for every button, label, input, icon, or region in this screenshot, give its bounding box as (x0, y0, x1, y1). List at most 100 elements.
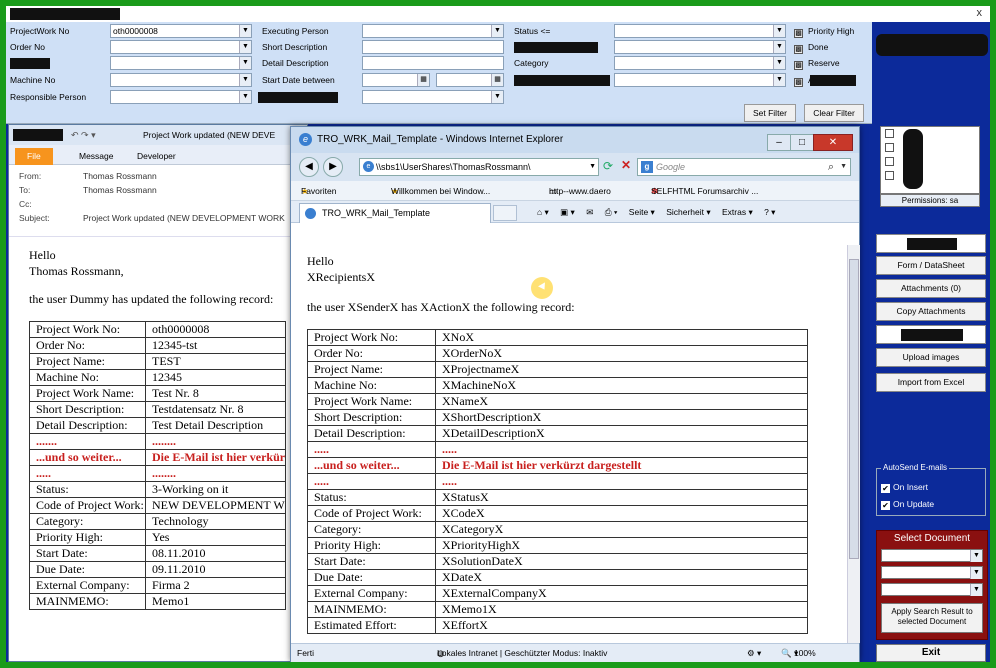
row-value: XPriorityHighX (435, 537, 808, 554)
search-input[interactable]: g Google ⌕ ▼ (637, 158, 851, 176)
on-insert-checkbox[interactable]: ✔ On Insert (881, 481, 981, 494)
chevron-down-icon[interactable]: ▼ (970, 550, 982, 562)
checkbox-icon[interactable]: ▩ (794, 29, 803, 38)
message-headers: From: Thomas Rossmann To: Thomas Rossmann … (9, 165, 307, 237)
chevron-down-icon[interactable]: ▼ (491, 91, 503, 103)
help-icon[interactable]: ? ▾ (764, 207, 775, 217)
redacted-button[interactable] (876, 234, 986, 253)
menu-seite[interactable]: Seite ▾ (629, 207, 655, 217)
row-value: NEW DEVELOPMENT WORK (145, 497, 286, 514)
stop-icon[interactable]: ✕ (621, 158, 631, 172)
start-date-from-input[interactable]: ▦ (362, 73, 430, 87)
checkbox-icon[interactable]: ▩ (794, 61, 803, 70)
mail-icon[interactable]: ✉ (586, 207, 593, 217)
order-no-select[interactable]: ▼ (110, 40, 252, 54)
filter-select-2[interactable]: ▼ (614, 40, 786, 54)
machine-no-select[interactable]: ▼ (110, 73, 252, 87)
apply-search-button[interactable]: Apply Search Result to selected Document (881, 603, 983, 633)
project-name-select[interactable]: ▼ (110, 56, 252, 70)
ie-tab-bar: TRO_WRK_Mail_Template ⌂ ▾ ▣ ▾ ✉ ⎙ ▾ Seit… (291, 201, 859, 223)
form-datasheet-button[interactable]: Form / DataSheet (876, 256, 986, 275)
outlook-message-window: ↶ ↷ ▾ Project Work updated (NEW DEVE Fil… (8, 124, 308, 662)
checkbox-icon[interactable] (885, 171, 894, 180)
document-select-3[interactable]: ▼ (881, 583, 983, 596)
back-icon[interactable]: ◀ (299, 157, 319, 177)
project-work-no-select[interactable]: oth0000008 ▼ (110, 24, 252, 38)
new-tab-button[interactable] (493, 205, 517, 221)
on-update-checkbox[interactable]: ✔ On Update (881, 498, 981, 511)
forward-icon[interactable]: ▶ (323, 157, 343, 177)
row-value: XSolutionDateX (435, 553, 808, 570)
redacted-button[interactable] (876, 325, 986, 344)
close-icon[interactable]: ✕ (813, 134, 853, 151)
due-date-select[interactable]: ▼ (362, 90, 504, 104)
responsible-person-select[interactable]: ▼ (110, 90, 252, 104)
zoom-level[interactable]: 🔍 100% ▾ (781, 644, 816, 662)
calendar-icon[interactable]: ▦ (417, 74, 429, 86)
print-icon[interactable]: ⎙ ▾ (605, 207, 618, 217)
chevron-down-icon[interactable]: ▼ (970, 584, 982, 596)
chevron-down-icon[interactable]: ▼ (773, 57, 785, 69)
attachments-button[interactable]: Attachments (0) (876, 279, 986, 298)
chevron-down-icon[interactable]: ▼ (840, 159, 847, 175)
permissions-list[interactable] (880, 126, 980, 194)
chevron-down-icon[interactable]: ▼ (239, 91, 251, 103)
done-checkbox[interactable]: ▩ Done (794, 40, 828, 54)
short-description-input[interactable] (362, 40, 504, 54)
upload-images-button[interactable]: Upload images (876, 348, 986, 367)
detail-description-input[interactable] (362, 56, 504, 70)
chevron-down-icon[interactable]: ▼ (773, 74, 785, 86)
chevron-down-icon[interactable]: ▼ (491, 25, 503, 37)
tab-message[interactable]: Message (67, 148, 126, 165)
redacted-label (514, 75, 610, 86)
executing-person-select[interactable]: ▼ (362, 24, 504, 38)
status-select[interactable]: ▼ (614, 24, 786, 38)
import-excel-button[interactable]: Import from Excel (876, 373, 986, 392)
copy-attachments-button[interactable]: Copy Attachments (876, 302, 986, 321)
close-icon[interactable]: x (977, 7, 983, 19)
checkbox-icon[interactable]: ▩ (794, 78, 803, 87)
document-select-2[interactable]: ▼ (881, 566, 983, 579)
chevron-down-icon[interactable]: ▼ (773, 25, 785, 37)
maximize-icon[interactable]: □ (790, 134, 814, 151)
category-select[interactable]: ▼ (614, 56, 786, 70)
set-filter-button[interactable]: Set Filter (744, 104, 796, 122)
refresh-icon[interactable]: ⟳ (603, 159, 613, 173)
reserve-checkbox[interactable]: ▩ Reserve (794, 56, 840, 70)
checkbox-icon[interactable] (885, 143, 894, 152)
chevron-down-icon[interactable]: ▼ (239, 25, 251, 37)
search-icon[interactable]: ⌕ (828, 159, 834, 175)
checkbox-icon[interactable] (885, 157, 894, 166)
chevron-down-icon[interactable]: ▼ (589, 159, 596, 175)
row-label: Priority High: (29, 529, 146, 546)
vertical-scrollbar[interactable] (847, 245, 860, 643)
tab-mail-template[interactable]: TRO_WRK_Mail_Template (299, 203, 491, 223)
address-input[interactable]: e \\sbs1\UserShares\ThomasRossmann\ ▼ (359, 158, 599, 176)
filter-select-4[interactable]: ▼ (614, 73, 786, 87)
minimize-icon[interactable]: – (767, 134, 791, 151)
home-icon[interactable]: ⌂ ▾ (537, 207, 549, 217)
checkmark-icon[interactable]: ✔ (881, 501, 890, 510)
checkbox-icon[interactable]: ▩ (794, 45, 803, 54)
start-date-to-input[interactable]: ▦ (436, 73, 504, 87)
checkmark-icon[interactable]: ✔ (881, 484, 890, 493)
tab-developer[interactable]: Developer (125, 148, 188, 165)
chevron-down-icon[interactable]: ▼ (239, 57, 251, 69)
calendar-icon[interactable]: ▦ (491, 74, 503, 86)
tab-file[interactable]: File (15, 148, 53, 165)
exit-button[interactable]: Exit (876, 644, 986, 662)
menu-sicherheit[interactable]: Sicherheit ▾ (666, 207, 710, 217)
chevron-down-icon[interactable]: ▼ (970, 567, 982, 579)
scroll-thumb[interactable] (849, 259, 859, 559)
chevron-down-icon[interactable]: ▼ (239, 74, 251, 86)
feeds-icon[interactable]: ▣ ▾ (560, 207, 575, 217)
checkbox-icon[interactable] (885, 129, 894, 138)
document-select-1[interactable]: ▼ (881, 549, 983, 562)
chevron-down-icon[interactable]: ▼ (239, 41, 251, 53)
protected-mode-icon[interactable]: ⚙ ▾ (747, 644, 761, 662)
quick-access-icons[interactable]: ↶ ↷ ▾ (71, 125, 96, 145)
menu-extras[interactable]: Extras ▾ (722, 207, 753, 217)
clear-filter-button[interactable]: Clear Filter (804, 104, 864, 122)
chevron-down-icon[interactable]: ▼ (773, 41, 785, 53)
priority-high-checkbox[interactable]: ▩ Priority High (794, 24, 854, 38)
